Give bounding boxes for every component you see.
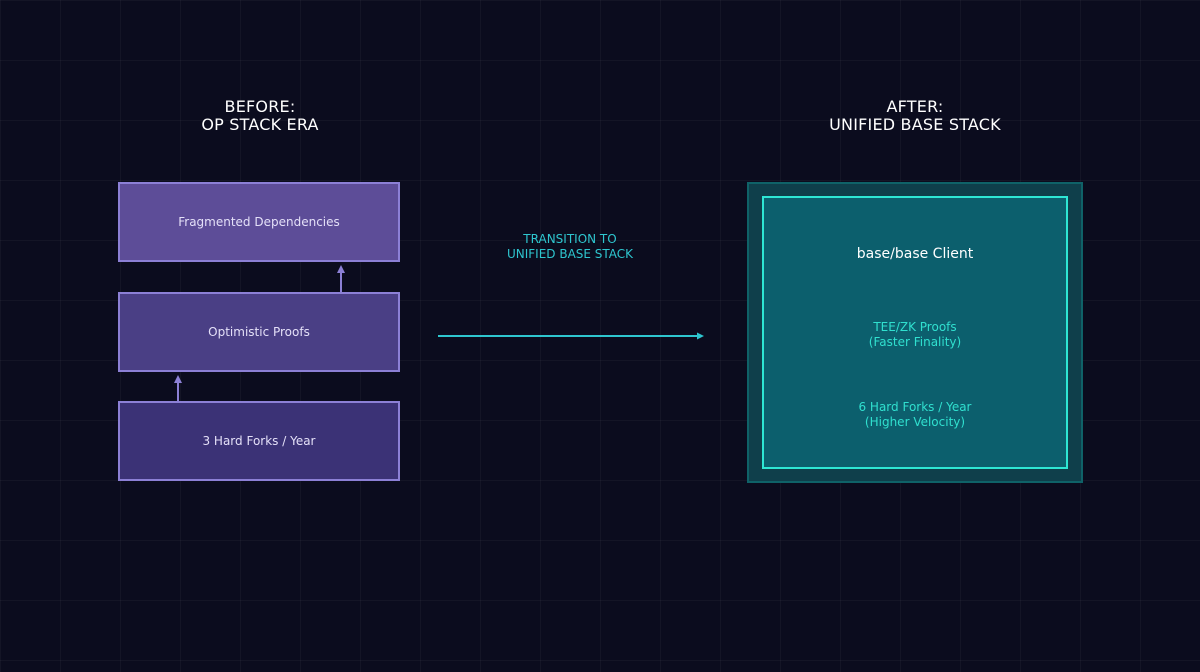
arrow-up-icon [337, 265, 345, 292]
arrow-up-icon [174, 375, 182, 401]
six-hard-forks-line2: (Higher Velocity) [864, 415, 966, 429]
six-hard-forks-line1: 6 Hard Forks / Year [858, 400, 972, 414]
tee-zk-proofs-line2: (Faster Finality) [868, 335, 962, 349]
transition-label: TRANSITION TO UNIFIED BASE STACK [470, 232, 670, 262]
transition-label-line2: UNIFIED BASE STACK [506, 247, 634, 261]
transition-label-line1: TRANSITION TO [523, 232, 617, 246]
base-client-label: base/base Client [856, 246, 974, 262]
six-hard-forks-label: 6 Hard Forks / Year (Higher Velocity) [762, 400, 1068, 430]
tee-zk-proofs-label: TEE/ZK Proofs (Faster Finality) [762, 320, 1068, 350]
tee-zk-proofs-line1: TEE/ZK Proofs [873, 320, 957, 334]
transition-arrow-icon [438, 332, 704, 340]
